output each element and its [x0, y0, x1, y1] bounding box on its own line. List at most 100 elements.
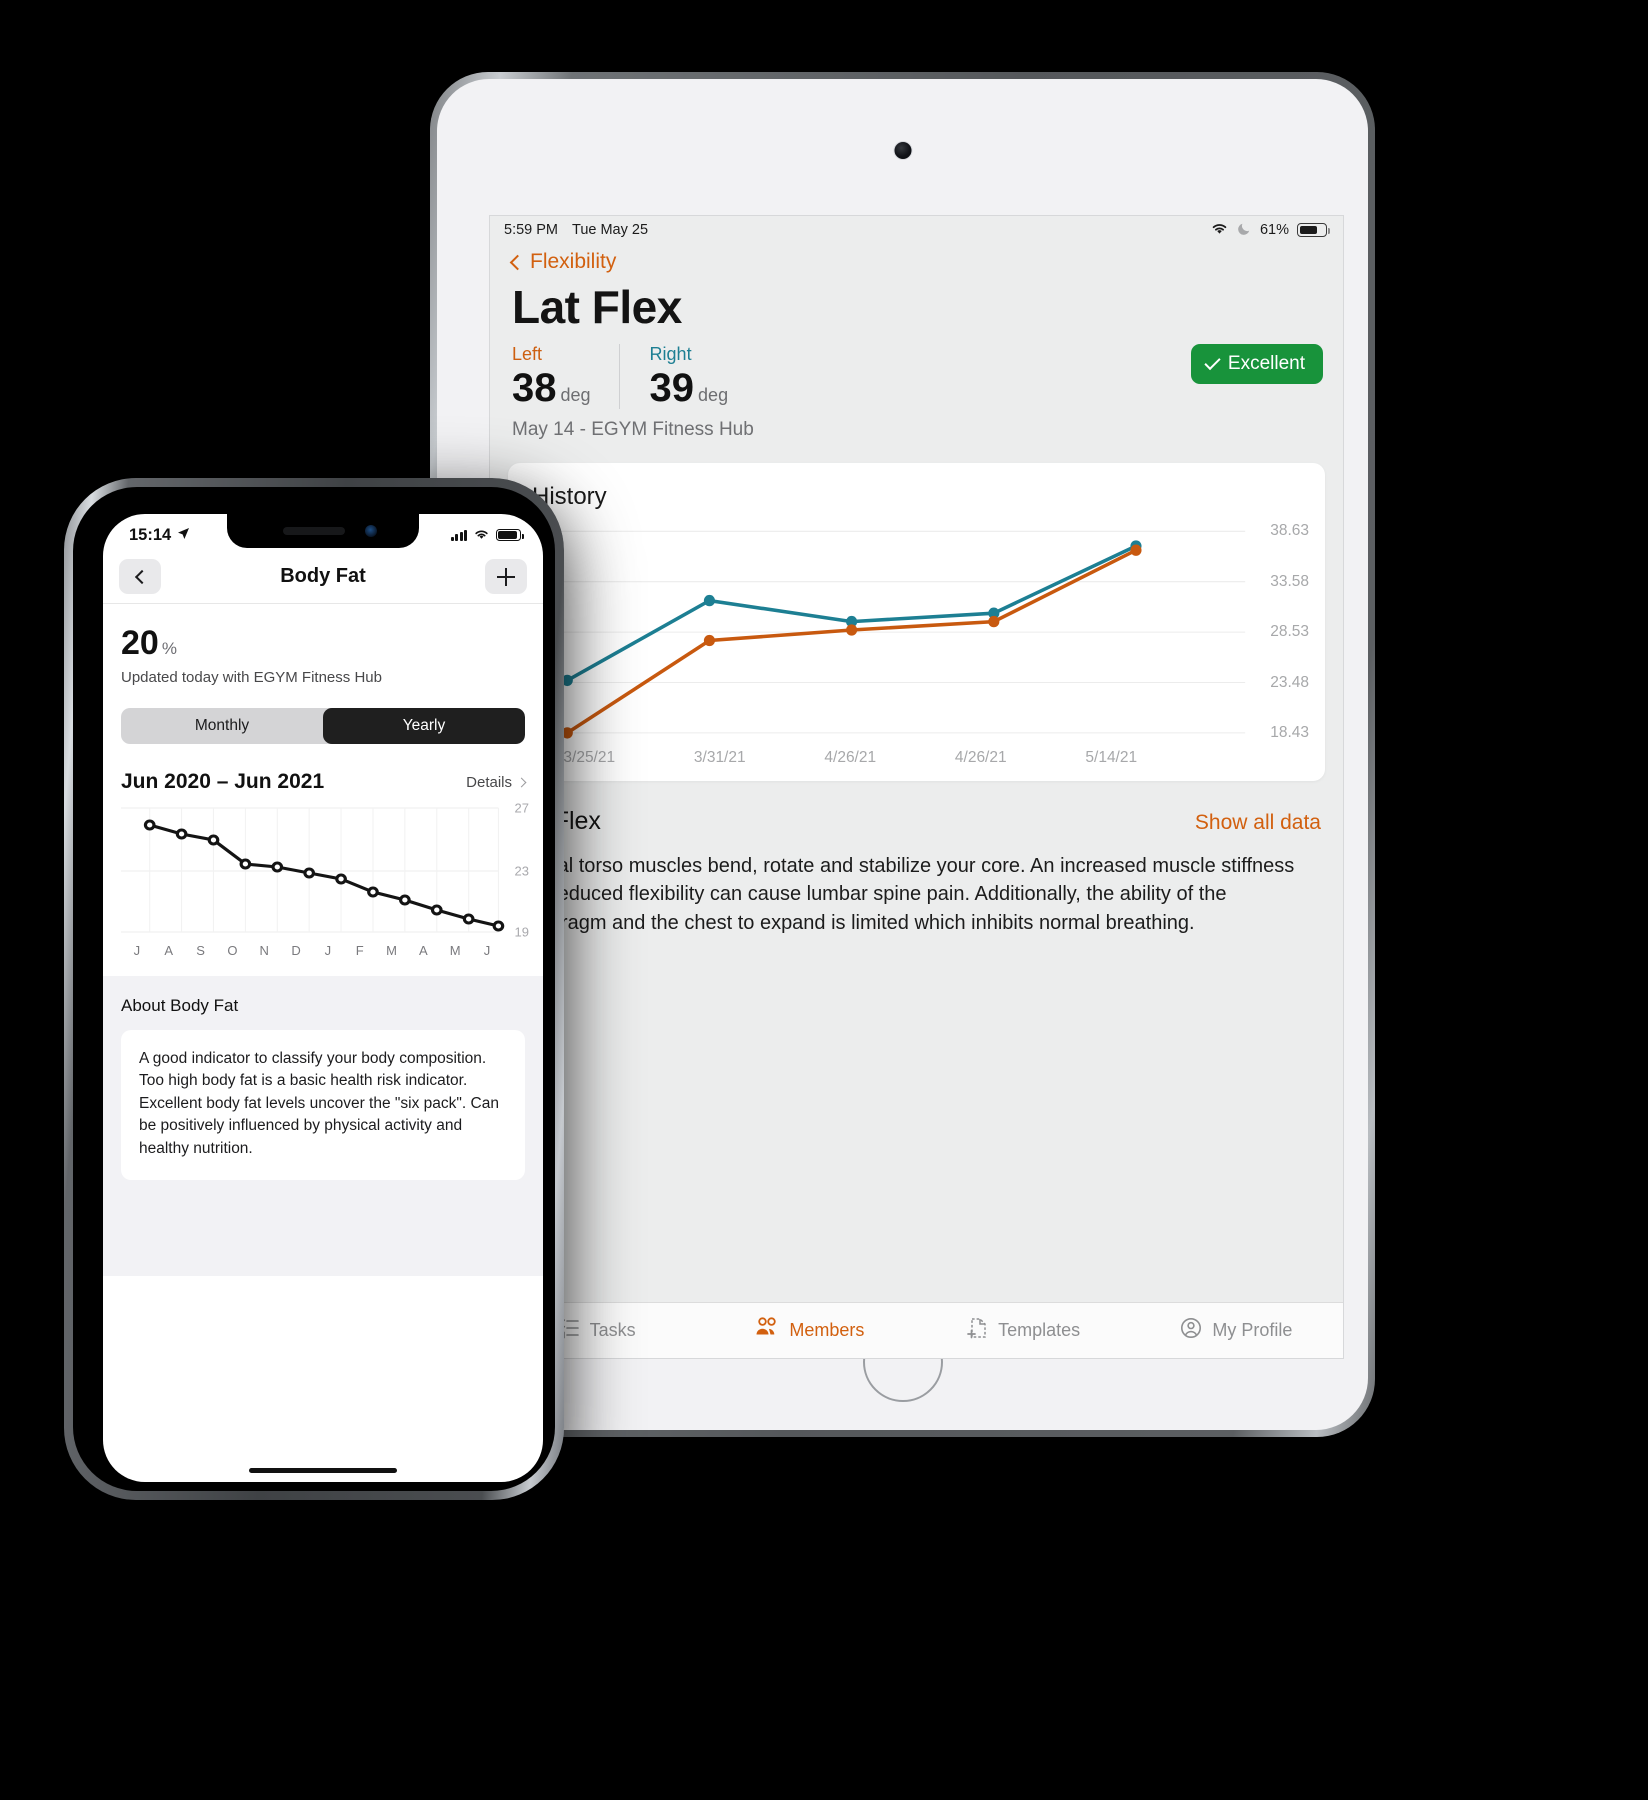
details-label: Details — [466, 773, 512, 791]
chevron-right-icon — [516, 777, 527, 787]
metrics-row: Left 38 deg Right 39 deg Excellent — [490, 334, 1343, 409]
phone-battery-icon — [496, 529, 524, 541]
segment-yearly[interactable]: Yearly — [323, 708, 525, 744]
page-title: Lat Flex — [512, 281, 682, 333]
px-3: O — [227, 943, 238, 958]
phone-nav-bar: Body Fat — [103, 550, 543, 604]
details-link[interactable]: Details — [466, 773, 527, 791]
px-11: J — [483, 943, 491, 958]
screenshot-stage: 5:59 PM Tue May 25 61% Flexibility Lat F… — [0, 0, 1648, 1800]
tablet-screen: 5:59 PM Tue May 25 61% Flexibility Lat F… — [489, 215, 1344, 1359]
phone-y-tick-2: 27 — [514, 800, 529, 816]
history-card: History 38.63 33.58 28.53 23.48 18.43 3/… — [508, 463, 1325, 781]
body-fat-unit: % — [161, 639, 177, 658]
tab-templates[interactable]: Templates — [917, 1317, 1130, 1344]
status-badge[interactable]: Excellent — [1190, 344, 1323, 384]
metric-left-unit: deg — [560, 385, 591, 405]
tablet-status-bar: 5:59 PM Tue May 25 61% — [490, 216, 1343, 244]
tablet-status-date: Tue May 25 — [572, 222, 649, 238]
series-right-points — [561, 540, 1142, 687]
do-not-disturb-moon-icon — [1237, 221, 1252, 240]
y-tick-0: 18.43 — [1270, 723, 1309, 741]
phone-wifi-icon — [473, 526, 490, 545]
show-all-data-link[interactable]: Show all data — [1195, 811, 1321, 835]
tablet-battery-percent: 61% — [1259, 222, 1289, 238]
body-fat-value-row: 20% — [121, 624, 525, 663]
location-arrow-icon — [177, 526, 190, 545]
members-icon — [755, 1317, 779, 1344]
body-fat-chart[interactable]: 27 23 19 J A S O N D J F M A M J — [121, 801, 529, 958]
series-left-points — [561, 544, 1142, 739]
back-to-flexibility-button[interactable]: Flexibility — [509, 250, 617, 274]
metric-left: Left 38 deg — [512, 344, 619, 409]
about-body: A good indicator to classify your body c… — [121, 1030, 525, 1181]
tablet-navigation: Flexibility — [490, 244, 1343, 274]
y-tick-3: 33.58 — [1270, 572, 1309, 590]
back-label: Flexibility — [530, 250, 617, 273]
chevron-left-icon — [509, 254, 526, 270]
wifi-icon — [1210, 221, 1229, 239]
history-chart[interactable]: 38.63 33.58 28.53 23.48 18.43 — [524, 522, 1309, 741]
cellular-signal-icon — [450, 529, 467, 541]
px-5: D — [291, 943, 301, 958]
tab-my-profile[interactable]: My Profile — [1130, 1317, 1343, 1344]
history-card-title: History — [532, 483, 607, 510]
px-7: F — [355, 943, 364, 958]
px-8: M — [386, 943, 397, 958]
tab-members[interactable]: Members — [703, 1317, 916, 1344]
px-4: N — [259, 943, 269, 958]
y-tick-1: 23.48 — [1270, 673, 1309, 691]
body-fat-value: 20 — [121, 624, 159, 662]
about-title: About Body Fat — [121, 996, 239, 1015]
about-section: About Body Fat A good indicator to class… — [103, 976, 543, 1276]
segment-monthly[interactable]: Monthly — [121, 708, 323, 744]
tab-templates-label: Templates — [998, 1320, 1081, 1340]
measurement-source: May 14 - EGYM Fitness Hub — [512, 419, 754, 440]
metric-right-value: 39 — [649, 366, 695, 410]
period-segmented-control[interactable]: Monthly Yearly — [121, 708, 525, 744]
phone-back-button[interactable] — [119, 559, 161, 594]
tab-members-label: Members — [789, 1320, 865, 1340]
x-tick-pad — [1177, 749, 1308, 767]
phone-y-tick-1: 23 — [514, 863, 529, 879]
status-badge-label: Excellent — [1227, 353, 1305, 374]
chevron-left-icon — [134, 569, 149, 584]
tablet-front-camera-icon — [893, 141, 912, 160]
phone-chart-x-axis: J A S O N D J F M A M J — [121, 943, 525, 958]
x-tick-1: 3/31/21 — [693, 749, 746, 766]
date-range-label: Jun 2020 – Jun 2021 — [121, 770, 325, 793]
px-2: S — [196, 943, 205, 958]
profile-icon — [1180, 1317, 1202, 1344]
description-header: Lat Flex Show all data — [490, 781, 1343, 836]
add-entry-button[interactable] — [485, 559, 527, 594]
body-fat-line — [149, 823, 499, 928]
tablet-status-time: 5:59 PM — [504, 222, 558, 238]
date-range-row: Jun 2020 – Jun 2021 Details — [121, 770, 527, 794]
tablet-device-frame: 5:59 PM Tue May 25 61% Flexibility Lat F… — [430, 72, 1375, 1437]
description-body: Lateral torso muscles bend, rotate and s… — [512, 855, 1295, 934]
tab-tasks-label: Tasks — [589, 1320, 636, 1340]
battery-icon — [1297, 223, 1330, 237]
phone-screen: 15:14 Body Fat 20 % Updated today with E… — [103, 514, 543, 1482]
x-tick-4: 5/14/21 — [1085, 749, 1138, 766]
history-chart-svg — [524, 530, 1246, 739]
templates-icon — [966, 1317, 988, 1344]
px-9: A — [419, 943, 428, 958]
phone-y-tick-0: 19 — [514, 924, 529, 940]
metric-right: Right 39 deg — [618, 344, 757, 410]
body-fat-updated-text: Updated today with EGYM Fitness Hub — [121, 669, 382, 686]
phone-page-title: Body Fat — [280, 565, 366, 587]
px-1: A — [164, 943, 174, 958]
y-tick-2: 28.53 — [1270, 623, 1309, 641]
phone-home-indicator[interactable] — [249, 1468, 397, 1473]
phone-device-frame: 15:14 Body Fat 20 % Updated today with E… — [64, 478, 564, 1500]
check-icon — [1204, 353, 1221, 371]
grid-lines — [524, 530, 1246, 734]
tab-my-profile-label: My Profile — [1212, 1320, 1293, 1340]
px-6: J — [324, 943, 332, 958]
y-tick-4: 38.63 — [1270, 522, 1309, 540]
metric-left-label: Left — [512, 344, 543, 364]
metric-left-value: 38 — [512, 366, 557, 410]
phone-bezel: 15:14 Body Fat 20 % Updated today with E… — [73, 487, 555, 1491]
series-left-line — [566, 548, 1137, 735]
